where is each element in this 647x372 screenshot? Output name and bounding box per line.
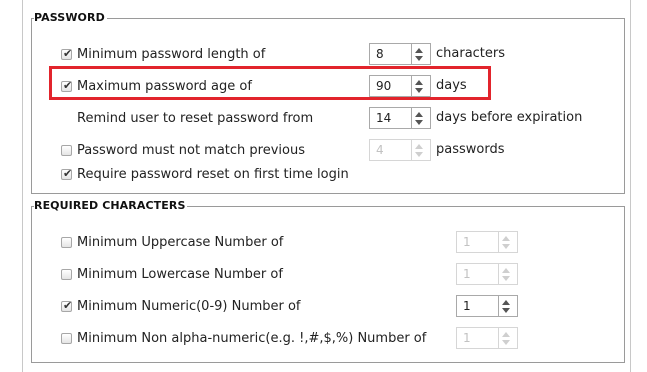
required-characters-fieldset: REQUIRED CHARACTERS Minimum Uppercase Nu… bbox=[31, 199, 625, 363]
caret-up-icon bbox=[502, 236, 510, 241]
numeric-label: Minimum Numeric(0-9) Number of bbox=[77, 299, 301, 314]
caret-up-icon[interactable] bbox=[415, 112, 423, 117]
uppercase-label: Minimum Uppercase Number of bbox=[77, 235, 284, 250]
numeric-value: 1 bbox=[463, 299, 471, 313]
uppercase-stepper[interactable]: 1 bbox=[456, 231, 518, 253]
highlight-box bbox=[49, 66, 491, 100]
history-unit: passwords bbox=[436, 142, 505, 157]
settings-panel: PASSWORD ✔ Minimum password length of 8 … bbox=[22, 0, 631, 372]
required-characters-legend: REQUIRED CHARACTERS bbox=[34, 199, 188, 213]
numeric-checkbox[interactable]: ✔ bbox=[61, 299, 73, 312]
min-length-label: Minimum password length of bbox=[77, 47, 266, 62]
history-value: 4 bbox=[376, 143, 384, 157]
lowercase-value: 1 bbox=[463, 267, 471, 281]
remind-label: Remind user to reset password from bbox=[77, 111, 314, 126]
min-length-checkbox[interactable]: ✔ bbox=[61, 47, 73, 60]
non-alphanumeric-checkbox[interactable] bbox=[61, 333, 72, 344]
caret-down-icon bbox=[502, 244, 510, 249]
non-alphanumeric-stepper[interactable]: 1 bbox=[456, 327, 518, 349]
caret-down-icon bbox=[502, 340, 510, 345]
caret-down-icon[interactable] bbox=[415, 120, 423, 125]
numeric-stepper[interactable]: 1 bbox=[456, 295, 518, 317]
remind-unit: days before expiration bbox=[436, 110, 583, 125]
uppercase-checkbox[interactable] bbox=[61, 237, 72, 248]
lowercase-stepper[interactable]: 1 bbox=[456, 263, 518, 285]
caret-up-icon bbox=[415, 144, 423, 149]
check-icon: ✔ bbox=[63, 47, 73, 60]
lowercase-checkbox[interactable] bbox=[61, 269, 72, 280]
history-checkbox[interactable] bbox=[61, 145, 72, 156]
caret-up-icon bbox=[502, 332, 510, 337]
reset-first-login-label: Require password reset on first time log… bbox=[77, 167, 349, 182]
reset-first-login-checkbox[interactable]: ✔ bbox=[61, 167, 73, 180]
min-length-value: 8 bbox=[376, 47, 384, 61]
check-icon: ✔ bbox=[63, 299, 73, 312]
password-fieldset: PASSWORD ✔ Minimum password length of 8 … bbox=[31, 11, 625, 194]
caret-down-icon bbox=[502, 276, 510, 281]
uppercase-value: 1 bbox=[463, 235, 471, 249]
check-icon: ✔ bbox=[63, 167, 73, 180]
caret-down-icon[interactable] bbox=[415, 56, 423, 61]
min-length-unit: characters bbox=[436, 46, 506, 61]
non-alphanumeric-label: Minimum Non alpha-numeric(e.g. !,#,$,%) … bbox=[77, 331, 427, 346]
min-length-stepper[interactable]: 8 bbox=[369, 43, 431, 65]
password-legend: PASSWORD bbox=[34, 11, 107, 25]
caret-down-icon bbox=[415, 152, 423, 157]
non-alphanumeric-value: 1 bbox=[463, 331, 471, 345]
remind-stepper[interactable]: 14 bbox=[369, 107, 431, 129]
caret-up-icon bbox=[502, 268, 510, 273]
caret-up-icon[interactable] bbox=[502, 300, 510, 305]
caret-up-icon[interactable] bbox=[415, 48, 423, 53]
lowercase-label: Minimum Lowercase Number of bbox=[77, 267, 283, 282]
history-label: Password must not match previous bbox=[77, 143, 306, 158]
caret-down-icon[interactable] bbox=[502, 308, 510, 313]
remind-value: 14 bbox=[376, 111, 392, 125]
history-stepper[interactable]: 4 bbox=[369, 139, 431, 161]
